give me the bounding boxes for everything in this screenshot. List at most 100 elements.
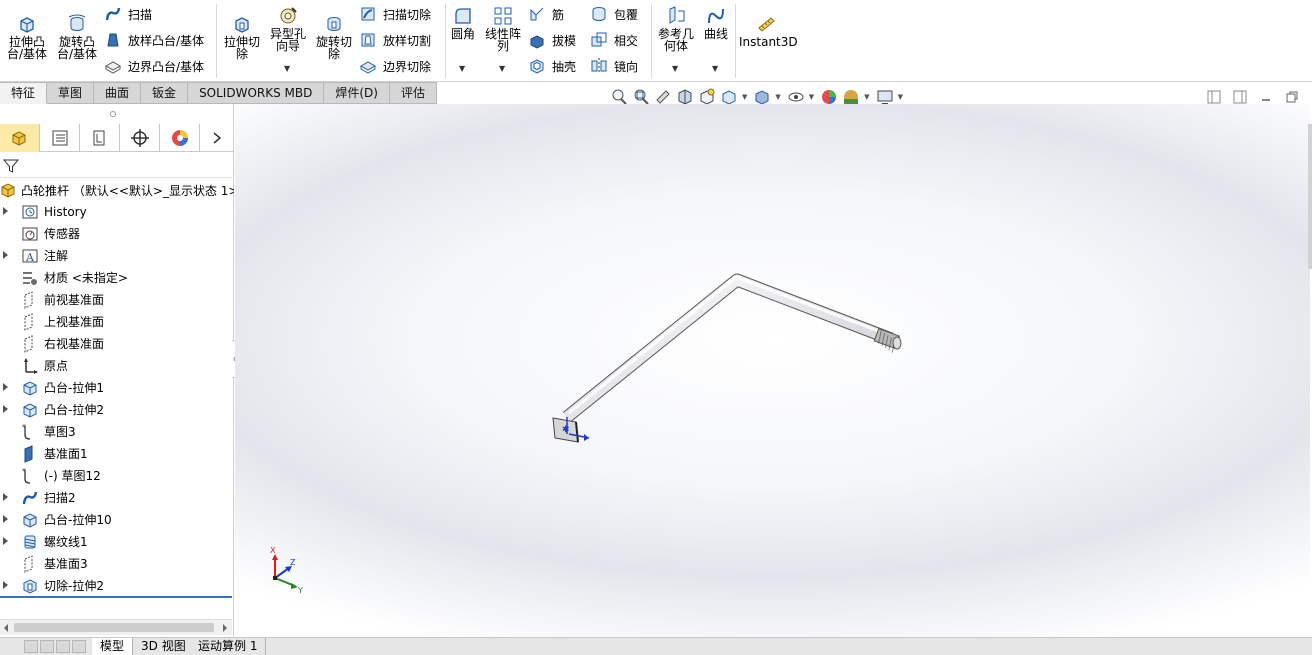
display-style-dropdown-icon[interactable]: ▼ <box>775 93 780 101</box>
expand-arrow-icon[interactable] <box>3 207 8 215</box>
lofted-cut-button[interactable]: 放样切割 <box>359 29 431 51</box>
mirror-button[interactable]: 镜向 <box>590 55 638 77</box>
rollback-bar[interactable] <box>0 596 232 598</box>
tile-right-icon[interactable] <box>1233 90 1247 104</box>
expand-arrow-icon[interactable] <box>3 537 8 545</box>
panel-grip-icon[interactable] <box>109 110 117 118</box>
tree-item[interactable]: 材质 <未指定> <box>0 267 234 289</box>
tab-motion-study-1[interactable]: 运动算例 1 <box>190 638 267 655</box>
tree-item[interactable]: History <box>0 201 234 223</box>
sweep-boss-button[interactable]: 扫描 <box>104 3 152 25</box>
tree-root-part[interactable]: 凸轮推杆 （默认<<默认>_显示状态 1>） <box>0 180 234 200</box>
instant3d-button[interactable]: Instant3D <box>739 14 798 48</box>
tile-left-icon[interactable] <box>1207 90 1221 104</box>
tree-item[interactable]: * (-) 草图12 <box>0 465 234 487</box>
extrude-cut-button[interactable]: 拉伸切 除 <box>221 14 263 60</box>
tree-item[interactable]: 传感器 <box>0 223 234 245</box>
scroll-thumb[interactable] <box>14 623 214 632</box>
view-orientation-dropdown-icon[interactable]: ▼ <box>742 93 747 101</box>
tab-solidworks-mbd[interactable]: SOLIDWORKS MBD <box>188 82 325 104</box>
view-settings-dropdown-icon[interactable]: ▼ <box>898 93 903 101</box>
expand-arrow-icon[interactable] <box>3 493 8 501</box>
linear-pattern-dropdown-icon[interactable]: ▼ <box>499 64 505 73</box>
tree-item[interactable]: 前视基准面 <box>0 289 234 311</box>
graphics-area[interactable]: ✱ X Z Y <box>235 104 1310 637</box>
reference-geometry-dropdown-icon[interactable]: ▼ <box>672 64 678 73</box>
hide-show-dropdown-icon[interactable]: ▼ <box>809 93 814 101</box>
filter-icon[interactable] <box>3 158 19 174</box>
tree-item[interactable]: 凸台-拉伸10 <box>0 509 234 531</box>
tree-item[interactable]: 螺纹线1 <box>0 531 234 553</box>
minimize-icon[interactable] <box>1259 90 1273 104</box>
tab-3d-views[interactable]: 3D 视图 <box>133 638 195 655</box>
shell-button[interactable]: 抽壳 <box>528 55 576 77</box>
scroll-right-icon[interactable] <box>222 624 228 632</box>
next-tab-button[interactable] <box>56 640 70 653</box>
tab-displaymanager[interactable] <box>160 124 200 152</box>
intersect-button[interactable]: 相交 <box>590 29 638 51</box>
curves-button[interactable]: 曲线 <box>700 6 732 40</box>
tab-dimxpertmanager[interactable] <box>120 124 160 152</box>
apply-scene-dropdown-icon[interactable]: ▼ <box>864 93 869 101</box>
cam-follower-rod[interactable] <box>552 273 902 443</box>
intersect-icon <box>591 32 607 47</box>
tree-item[interactable]: 基准面1 <box>0 443 234 465</box>
reference-geometry-icon <box>669 6 685 24</box>
swept-cut-button[interactable]: 扫描切除 <box>359 3 431 25</box>
previous-tab-button[interactable] <box>40 640 54 653</box>
feature-manager-panel: 凸轮推杆 （默认<<默认>_显示状态 1>） History 传感器 A 注解 材质 <… <box>0 104 234 637</box>
tab-surfaces[interactable]: 曲面 <box>94 82 142 104</box>
tree-item[interactable]: 切除-拉伸2 <box>0 575 234 597</box>
tab-evaluate[interactable]: 评估 <box>389 82 437 104</box>
hole-wizard-icon <box>280 7 297 24</box>
wrap-button[interactable]: 包覆 <box>590 3 638 25</box>
tree-item[interactable]: 凸台-拉伸2 <box>0 399 234 421</box>
model-view: ✱ <box>552 273 902 443</box>
tree-item[interactable]: 原点 <box>0 355 234 377</box>
tree-item[interactable]: * 草图3 <box>0 421 234 443</box>
linear-pattern-icon <box>494 7 512 25</box>
loft-boss-button[interactable]: 放样凸台/基体 <box>104 29 204 51</box>
tab-features[interactable]: 特征 <box>0 82 48 104</box>
expand-arrow-icon[interactable] <box>3 251 8 259</box>
fillet-button[interactable]: 圆角 <box>448 6 478 40</box>
hole-wizard-button[interactable]: 异型孔 向导 <box>266 6 310 52</box>
sweep-feature-icon <box>22 491 38 505</box>
last-tab-button[interactable] <box>72 640 86 653</box>
boundary-cut-button[interactable]: 边界切除 <box>359 55 431 77</box>
draft-button[interactable]: 拔模 <box>528 29 576 51</box>
reference-geometry-button[interactable]: 参考几 何体 <box>655 6 697 52</box>
tree-item[interactable]: 右视基准面 <box>0 333 234 355</box>
tab-propertymanager[interactable] <box>40 124 80 152</box>
hole-wizard-dropdown-icon[interactable]: ▼ <box>284 64 290 73</box>
rib-button[interactable]: 筋 <box>528 3 564 25</box>
expand-arrow-icon[interactable] <box>3 405 8 413</box>
tab-weldments[interactable]: 焊件(D) <box>324 82 390 104</box>
scroll-left-icon[interactable] <box>3 624 9 632</box>
revolve-boss-button[interactable]: 旋转凸 台/基体 <box>54 14 100 60</box>
restore-icon[interactable] <box>1285 90 1299 104</box>
tab-model[interactable]: 模型 <box>92 638 134 655</box>
tree-item[interactable]: 扫描2 <box>0 487 234 509</box>
revolve-cut-button[interactable]: 旋转切 除 <box>313 14 355 60</box>
expand-arrow-icon[interactable] <box>3 581 8 589</box>
curves-dropdown-icon[interactable]: ▼ <box>712 64 718 73</box>
tree-item[interactable]: 上视基准面 <box>0 311 234 333</box>
linear-pattern-button[interactable]: 线性阵 列 <box>482 6 524 52</box>
expand-arrow-icon[interactable] <box>3 515 8 523</box>
more-tabs-chevron-icon[interactable] <box>200 124 234 152</box>
tab-sheet-metal[interactable]: 钣金 <box>141 82 189 104</box>
tab-configurationmanager[interactable] <box>80 124 120 152</box>
tab-sketch[interactable]: 草图 <box>47 82 95 104</box>
extrude-boss-button[interactable]: 拉伸凸 台/基体 <box>4 14 50 60</box>
tree-horizontal-scrollbar[interactable] <box>0 619 232 635</box>
tree-item[interactable]: 凸台-拉伸1 <box>0 377 234 399</box>
tab-featuremanager[interactable] <box>0 124 40 152</box>
expand-arrow-icon[interactable] <box>3 383 8 391</box>
first-tab-button[interactable] <box>24 640 38 653</box>
boundary-boss-button[interactable]: 边界凸台/基体 <box>104 55 204 77</box>
graphics-vertical-scrollbar[interactable] <box>1308 124 1312 269</box>
fillet-dropdown-icon[interactable]: ▼ <box>459 64 465 73</box>
tree-item[interactable]: A 注解 <box>0 245 234 267</box>
tree-item[interactable]: 基准面3 <box>0 553 234 575</box>
